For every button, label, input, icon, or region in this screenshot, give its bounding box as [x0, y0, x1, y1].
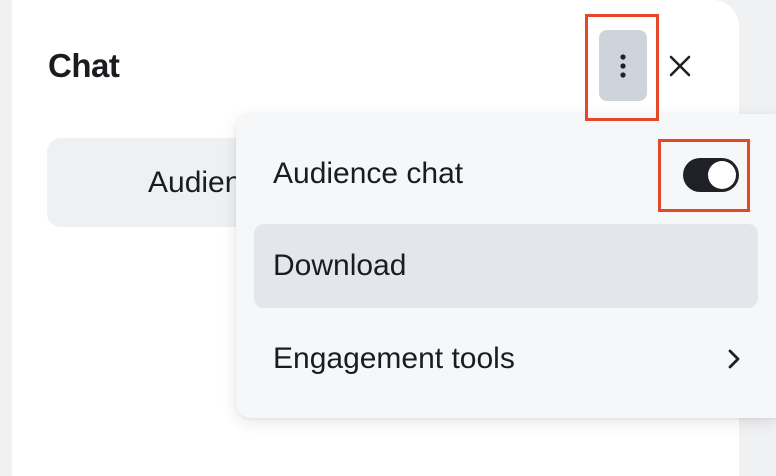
- chevron-right-icon: [728, 349, 740, 369]
- close-button[interactable]: [663, 48, 697, 84]
- menu-item-download[interactable]: Download: [254, 224, 758, 308]
- chat-title: Chat: [48, 47, 120, 84]
- menu-item-engagement-tools[interactable]: Engagement tools: [254, 317, 758, 401]
- toggle-knob: [708, 161, 736, 189]
- menu-item-label: Engagement tools: [273, 342, 515, 375]
- audience-chat-toggle[interactable]: [683, 158, 739, 192]
- close-icon: [669, 55, 691, 77]
- more-options-button[interactable]: [599, 30, 647, 101]
- more-vertical-icon: [620, 53, 626, 78]
- menu-item-label: Download: [273, 249, 407, 282]
- menu-item-label: Audience chat: [273, 157, 464, 190]
- menu-item-audience-chat[interactable]: Audience chat: [254, 132, 758, 216]
- chat-options-menu: Audience chat Download Engagement tools: [236, 114, 776, 418]
